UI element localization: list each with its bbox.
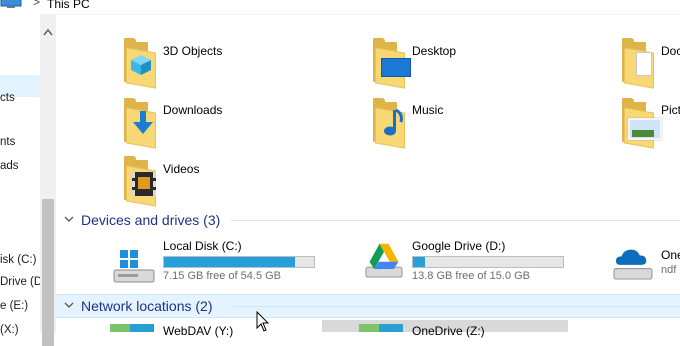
nav-item-google-drive[interactable]: Drive (D: — [0, 276, 45, 288]
section-title: Devices and drives (3) — [81, 212, 221, 228]
section-divider — [231, 306, 680, 307]
music-icon — [365, 98, 415, 149]
pictures-icon — [614, 98, 664, 149]
nav-item-x-drive[interactable]: (X:) — [0, 324, 19, 336]
folder-name: Pict — [661, 103, 680, 117]
section-divider — [231, 220, 680, 221]
nav-item-documents[interactable]: nts — [0, 136, 15, 148]
drive-usage-bar — [163, 256, 315, 268]
drive-free-space: 13.8 GB free of 15.0 GB — [412, 270, 531, 282]
address-bar[interactable]: > This PC — [0, 0, 680, 15]
desktop-icon — [365, 38, 415, 89]
drive-usage-fill — [164, 257, 295, 267]
this-pc-icon — [0, 0, 22, 8]
drive-name: One — [661, 248, 680, 262]
drive-name: Google Drive (D:) — [412, 239, 506, 253]
network-drive-icon — [359, 324, 403, 332]
section-title: Network locations (2) — [81, 298, 213, 314]
nav-item-downloads[interactable]: ads — [0, 160, 19, 172]
chevron-down-icon[interactable] — [64, 300, 74, 310]
3d-objects-icon — [116, 38, 166, 89]
drive-free-space: ndf — [661, 264, 677, 276]
section-devices-and-drives[interactable]: Devices and drives (3) — [56, 209, 680, 231]
folder-name: Videos — [163, 162, 200, 176]
folder-name: Music — [412, 103, 444, 117]
videos-icon — [116, 156, 166, 207]
breadcrumb-this-pc[interactable]: This PC — [47, 0, 90, 11]
folder-name: Doc — [661, 44, 680, 58]
breadcrumb-separator: > — [33, 0, 41, 9]
section-network-locations[interactable]: Network locations (2) — [56, 294, 680, 318]
drive-usage-fill — [413, 257, 425, 267]
navigation-pane: cts nts ads isk (C:) Drive (D: e (E:) (X… — [0, 14, 45, 336]
content-pane: 3D Objects Desktop Doc Downloads Music P… — [56, 14, 680, 338]
folder-name: 3D Objects — [163, 44, 223, 58]
chevron-down-icon[interactable] — [64, 214, 74, 224]
nav-item-e-drive[interactable]: e (E:) — [0, 300, 28, 312]
google-drive-icon — [365, 243, 403, 278]
network-location-name: OneDrive (Z:) — [412, 324, 485, 338]
onedrive-icon — [613, 249, 653, 280]
downloads-icon — [116, 98, 166, 149]
nav-item-objects[interactable]: cts — [0, 92, 15, 104]
mouse-cursor-icon — [256, 311, 270, 332]
scroll-up-icon[interactable] — [43, 28, 53, 36]
drive-usage-bar — [412, 256, 564, 268]
documents-icon — [614, 38, 664, 89]
folder-name: Downloads — [163, 103, 223, 117]
drive-name: Local Disk (C:) — [163, 239, 242, 253]
nav-item-local-disk[interactable]: isk (C:) — [0, 254, 36, 266]
drive-free-space: 7.15 GB free of 54.5 GB — [163, 270, 282, 282]
nav-scrollbar[interactable] — [40, 14, 56, 346]
scrollbar-thumb[interactable] — [42, 199, 54, 346]
network-location-name: WebDAV (Y:) — [163, 324, 234, 338]
hard-disk-icon — [113, 250, 155, 283]
network-drive-icon — [110, 324, 154, 332]
folder-name: Desktop — [412, 44, 457, 58]
